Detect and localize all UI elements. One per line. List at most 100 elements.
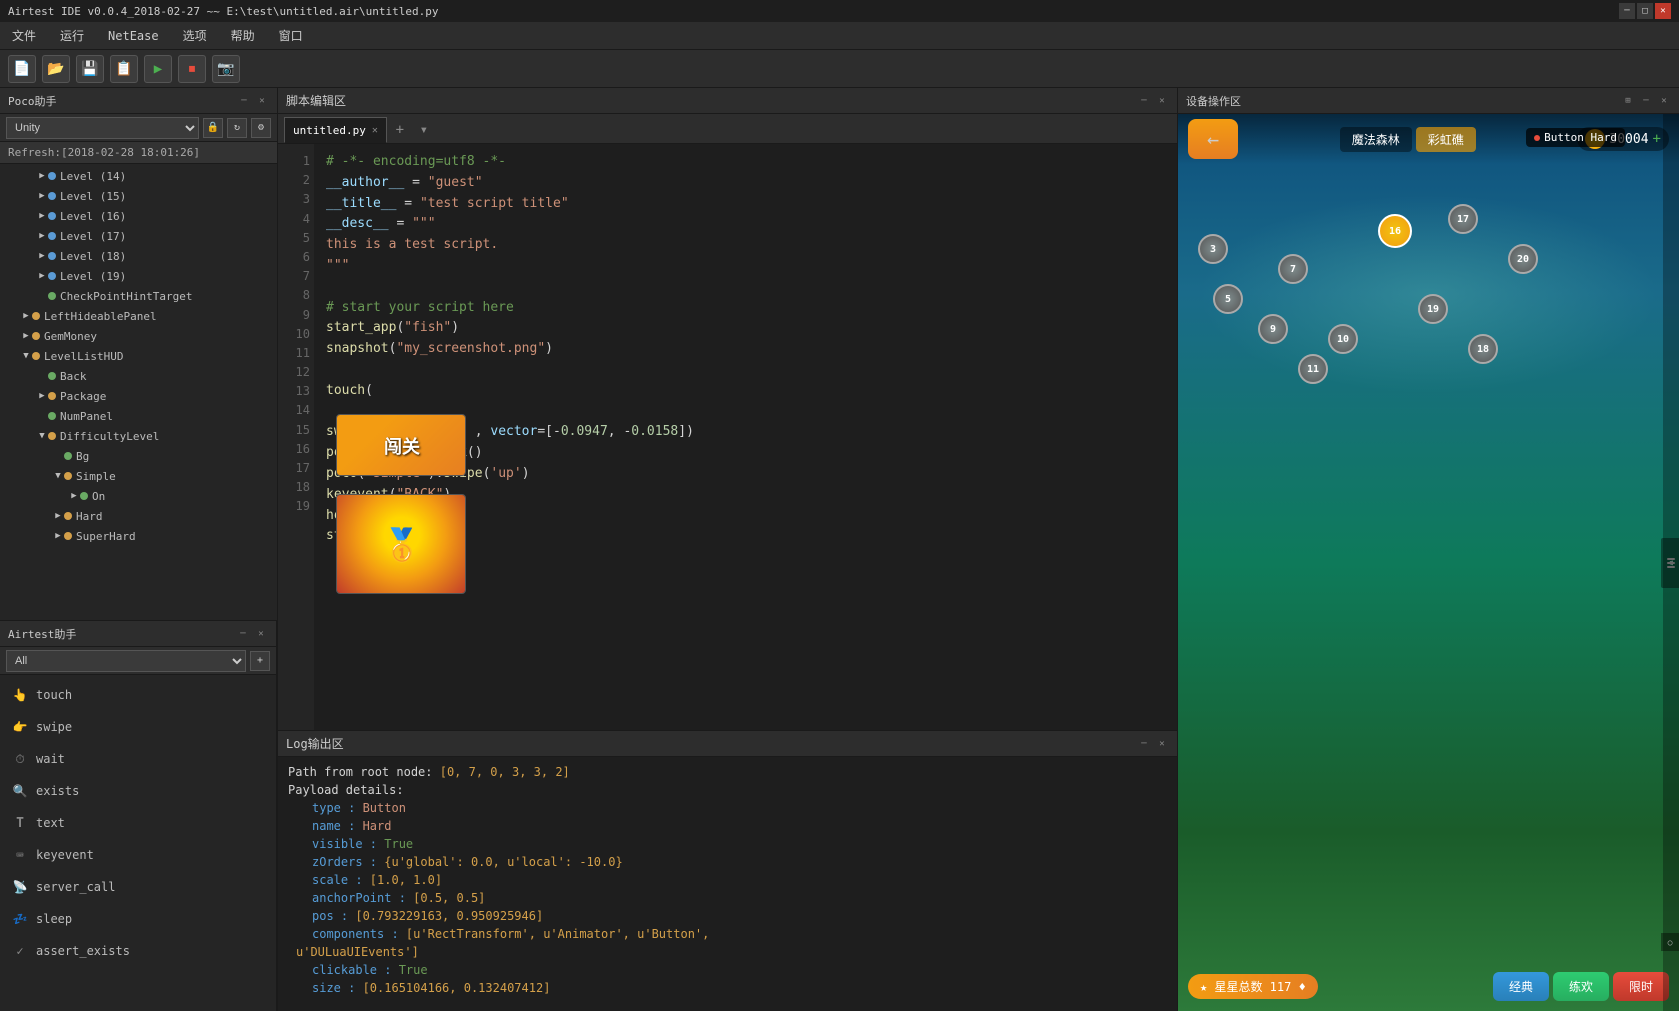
tree-item-label: Level (17) [60,230,126,243]
list-item[interactable]: ▶ Hard [0,506,277,526]
poco-refresh-btn[interactable]: ↻ [227,118,247,138]
list-item[interactable]: ▼ LevelListHUD [0,346,277,366]
tree-arrow-icon: ▶ [20,331,32,341]
menu-netease[interactable]: NetEase [104,27,163,45]
list-item[interactable]: ▶ Level (15) [0,186,277,206]
open-button[interactable]: 📂 [42,55,70,83]
device-grid-btn[interactable]: ⊞ [1621,94,1635,108]
level-node-16[interactable]: 16 [1378,214,1412,248]
log-close-btn[interactable]: ✕ [1155,737,1169,751]
list-item[interactable]: ▶ Level (14) [0,166,277,186]
log-minimize-btn[interactable]: ─ [1137,737,1151,751]
add-coins-icon[interactable]: + [1653,131,1661,147]
list-item[interactable]: ▶ LeftHideablePanel [0,306,277,326]
device-close-btn[interactable]: ✕ [1657,94,1671,108]
list-item[interactable]: ▶ Level (18) [0,246,277,266]
list-item[interactable]: ▶ Level (17) [0,226,277,246]
stop-button[interactable]: ⏹ [178,55,206,83]
level-node-5[interactable]: 5 [1213,284,1243,314]
list-item[interactable]: ▶ Level (19) [0,266,277,286]
close-button[interactable]: ✕ [1655,3,1671,19]
center-area: 脚本编辑区 ─ ✕ untitled.py ✕ + ▾ 12345 678910 [278,88,1177,1011]
script-editor-header: 脚本编辑区 ─ ✕ [278,88,1177,114]
device-right-handle[interactable] [1663,114,1679,1011]
poco-close-btn[interactable]: ✕ [255,94,269,108]
titlebar: Airtest IDE v0.0.4_2018-02-27 ~~ E:\test… [0,0,1679,22]
minimize-button[interactable]: ─ [1619,3,1635,19]
airtest-item-swipe[interactable]: 👉 swipe [0,711,276,743]
list-item[interactable]: ▼ Simple [0,466,277,486]
level-node-10[interactable]: 10 [1328,324,1358,354]
list-item[interactable]: ▶ Package [0,386,277,406]
list-item[interactable]: ▶ GemMoney [0,326,277,346]
poco-settings-btn[interactable]: ⚙ [251,118,271,138]
game-back-btn[interactable]: ← [1188,119,1238,159]
tree-arrow-icon: ▶ [20,311,32,321]
screenshot-button[interactable]: 📷 [212,55,240,83]
tree-node-icon [32,332,40,340]
mode-easy-btn[interactable]: 练欢 [1553,972,1609,1001]
list-item[interactable]: CheckPointHintTarget [0,286,277,306]
menu-file[interactable]: 文件 [8,25,40,46]
maximize-button[interactable]: □ [1637,3,1653,19]
list-item[interactable]: ▶ On [0,486,277,506]
poco-platform-dropdown[interactable]: Unity Android iOS [6,117,199,139]
airtest-item-wait[interactable]: ⏱ wait [0,743,276,775]
level-node-18[interactable]: 18 [1468,334,1498,364]
run-button[interactable]: ▶ [144,55,172,83]
level-node-11[interactable]: 11 [1298,354,1328,384]
level-node-3[interactable]: 3 [1198,234,1228,264]
level-node-19[interactable]: 19 [1418,294,1448,324]
game-tab-rainbow-reef[interactable]: 彩虹礁 [1416,127,1476,152]
list-item[interactable]: NumPanel [0,406,277,426]
code-editor-area[interactable]: 12345 678910 1112131415 16171819 # -*- e… [278,144,1177,730]
game-tab-magic-forest[interactable]: 魔法森林 [1340,127,1412,152]
airtest-item-text[interactable]: T text [0,807,276,839]
tree-view[interactable]: ▶ Level (14) ▶ Level (15) ▶ Level (16) [0,164,277,620]
tab-menu-button[interactable]: ▾ [413,119,435,141]
menu-window[interactable]: 窗口 [275,25,307,46]
tab-close-icon[interactable]: ✕ [372,125,378,136]
airtest-item-keyevent[interactable]: ⌨ keyevent [0,839,276,871]
level-node-20[interactable]: 20 [1508,244,1538,274]
level-node-7[interactable]: 7 [1278,254,1308,284]
menu-options[interactable]: 选项 [179,25,211,46]
device-screen[interactable]: ← 魔法森林 彩虹礁 30004 + [1178,114,1679,1011]
airtest-item-exists[interactable]: 🔍 exists [0,775,276,807]
tree-arrow-icon: ▼ [20,351,32,361]
tree-node-icon [48,412,56,420]
airtest-item-sleep[interactable]: 💤 sleep [0,903,276,935]
tab-add-button[interactable]: + [389,119,411,141]
airtest-item-server-call[interactable]: 📡 server_call [0,871,276,903]
poco-panel-header: Poco助手 ─ ✕ [0,88,277,114]
airtest-close-btn[interactable]: ✕ [254,627,268,641]
device-minimize-btn[interactable]: ─ [1639,94,1653,108]
airtest-item-assert-exists[interactable]: ✓ assert_exists [0,935,276,967]
airtest-minimize-btn[interactable]: ─ [236,627,250,641]
list-item[interactable]: Back [0,366,277,386]
mode-limit-btn[interactable]: 限时 [1613,972,1669,1001]
save-button[interactable]: 💾 [76,55,104,83]
list-item[interactable]: ▼ DifficultyLevel [0,426,277,446]
save-as-button[interactable]: 📋 [110,55,138,83]
list-item[interactable]: ▶ Level (16) [0,206,277,226]
script-editor-close-btn[interactable]: ✕ [1155,94,1169,108]
sleep-icon: 💤 [12,911,28,927]
script-editor-minimize-btn[interactable]: ─ [1137,94,1151,108]
mode-classic-btn[interactable]: 经典 [1493,972,1549,1001]
level-node-17[interactable]: 17 [1448,204,1478,234]
tab-untitled-py[interactable]: untitled.py ✕ [284,117,387,143]
menu-help[interactable]: 帮助 [227,25,259,46]
poco-minimize-btn[interactable]: ─ [237,94,251,108]
poco-panel: Poco助手 ─ ✕ Unity Android iOS 🔒 ↻ ⚙ Refre… [0,88,277,621]
menu-run[interactable]: 运行 [56,25,88,46]
airtest-item-touch[interactable]: 👆 touch [0,679,276,711]
list-item[interactable]: ▶ SuperHard [0,526,277,546]
airtest-filter-dropdown[interactable]: All Touch Assert [6,650,246,672]
poco-lock-btn[interactable]: 🔒 [203,118,223,138]
list-item[interactable]: Bg [0,446,277,466]
new-button[interactable]: 📄 [8,55,36,83]
level-node-9[interactable]: 9 [1258,314,1288,344]
airtest-item-label: sleep [36,912,72,926]
airtest-add-btn[interactable]: + [250,651,270,671]
